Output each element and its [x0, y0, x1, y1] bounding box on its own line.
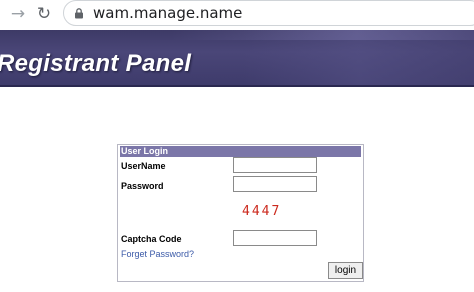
login-header: User Login	[120, 146, 361, 157]
password-input[interactable]	[233, 176, 317, 192]
site-banner: Registrant Panel	[0, 30, 474, 87]
password-label: Password	[121, 181, 164, 191]
reload-button[interactable]: ↻	[32, 3, 56, 25]
username-label: UserName	[121, 161, 166, 171]
lock-icon	[75, 8, 83, 19]
address-bar[interactable]: wam.manage.name	[63, 0, 474, 26]
login-panel: User Login UserName Password 4447 Captch…	[117, 144, 364, 282]
forgot-password-link[interactable]: Forget Password?	[121, 249, 194, 259]
banner-title: Registrant Panel	[0, 50, 192, 77]
banner-highlight	[170, 30, 474, 40]
username-input[interactable]	[233, 157, 317, 173]
captcha-input[interactable]	[233, 230, 317, 246]
captcha-label: Captcha Code	[121, 234, 182, 244]
login-button[interactable]: login	[328, 262, 363, 279]
captcha-image: 4447	[242, 204, 282, 219]
browser-toolbar: → ↻ wam.manage.name	[0, 0, 474, 30]
reload-icon: ↻	[36, 4, 52, 24]
forward-button[interactable]: →	[6, 3, 30, 25]
url-text[interactable]: wam.manage.name	[93, 4, 242, 22]
arrow-right-icon: →	[10, 4, 26, 24]
